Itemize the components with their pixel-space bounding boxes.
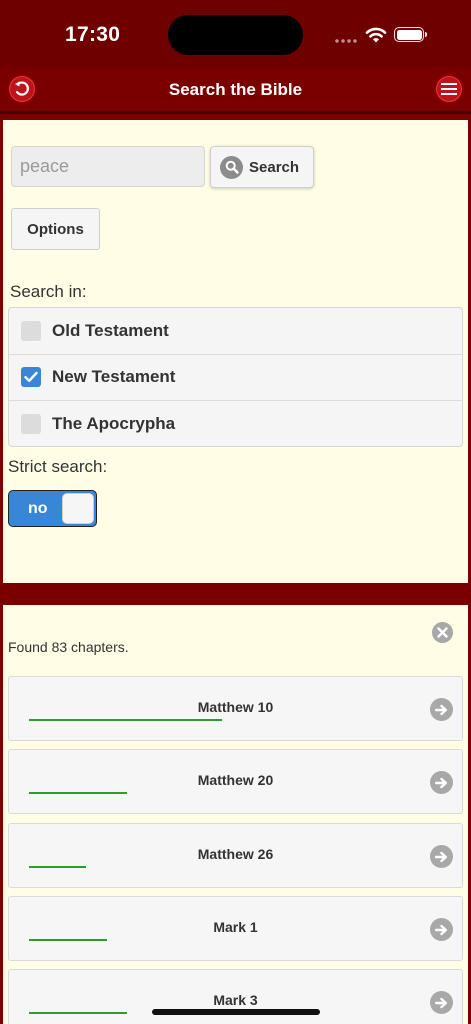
relevance-bar [29, 939, 107, 941]
result-title: Mark 1 [213, 919, 258, 935]
search-panel: Search Options Search in: Old Testament … [3, 120, 468, 583]
result-title: Matthew 10 [197, 699, 274, 715]
search-input[interactable] [11, 146, 205, 187]
hamburger-icon [441, 83, 457, 95]
checkbox-new-testament[interactable]: New Testament [9, 355, 462, 401]
checkbox-label: New Testament [52, 367, 176, 387]
status-time: 17:30 [65, 23, 121, 46]
relevance-bar [29, 792, 127, 794]
arrow-right-icon [430, 845, 453, 868]
signal-icon [334, 39, 358, 43]
result-row[interactable]: Mark 1 [8, 896, 463, 961]
home-indicator [152, 1009, 320, 1015]
result-row[interactable]: Matthew 20 [8, 749, 463, 814]
toggle-label: no [28, 500, 48, 517]
search-button-label: Search [249, 158, 300, 176]
options-button[interactable]: Options [11, 208, 100, 250]
search-in-label: Search in: [10, 282, 87, 301]
result-row[interactable]: Matthew 10 [8, 676, 463, 741]
relevance-bar [29, 719, 222, 721]
relevance-bar [29, 1012, 127, 1014]
result-title: Matthew 26 [197, 846, 274, 862]
arrow-right-icon [430, 918, 453, 941]
results-panel: Found 83 chapters. Matthew 10 Matthew 20… [3, 605, 468, 1024]
checkbox-apocrypha[interactable]: The Apocrypha [9, 401, 462, 446]
checkbox-label: Old Testament [52, 320, 169, 340]
arrow-right-icon [430, 771, 453, 794]
search-icon [220, 155, 243, 179]
arrow-right-icon [430, 698, 453, 721]
checkbox-icon [21, 320, 41, 341]
app-header: Search the Bible [0, 68, 471, 114]
results-summary: Found 83 chapters. [8, 639, 129, 655]
arrow-right-icon [430, 991, 453, 1014]
search-in-list: Old Testament New Testament The Apocryph… [8, 307, 463, 447]
result-title: Mark 3 [213, 992, 258, 1008]
page-title: Search the Bible [168, 80, 303, 99]
strict-search-toggle[interactable]: no [8, 490, 97, 527]
checkbox-label: The Apocrypha [52, 414, 176, 434]
menu-button[interactable] [434, 74, 464, 104]
battery-icon [394, 27, 427, 42]
dynamic-island [168, 15, 303, 55]
strict-search-label: Strict search: [8, 457, 108, 476]
wifi-icon [365, 27, 387, 43]
checkbox-icon [21, 414, 41, 435]
checkmark-icon [21, 367, 41, 388]
result-row[interactable]: Matthew 26 [8, 823, 463, 888]
checkbox-old-testament[interactable]: Old Testament [9, 308, 462, 355]
result-title: Matthew 20 [197, 772, 274, 788]
result-row[interactable]: Mark 3 [8, 969, 463, 1024]
status-bar: 17:30 [0, 0, 471, 68]
close-icon [437, 627, 448, 638]
search-button[interactable]: Search [210, 146, 314, 188]
toggle-knob [62, 493, 94, 524]
relevance-bar [29, 866, 86, 868]
close-results-button[interactable] [432, 622, 453, 643]
